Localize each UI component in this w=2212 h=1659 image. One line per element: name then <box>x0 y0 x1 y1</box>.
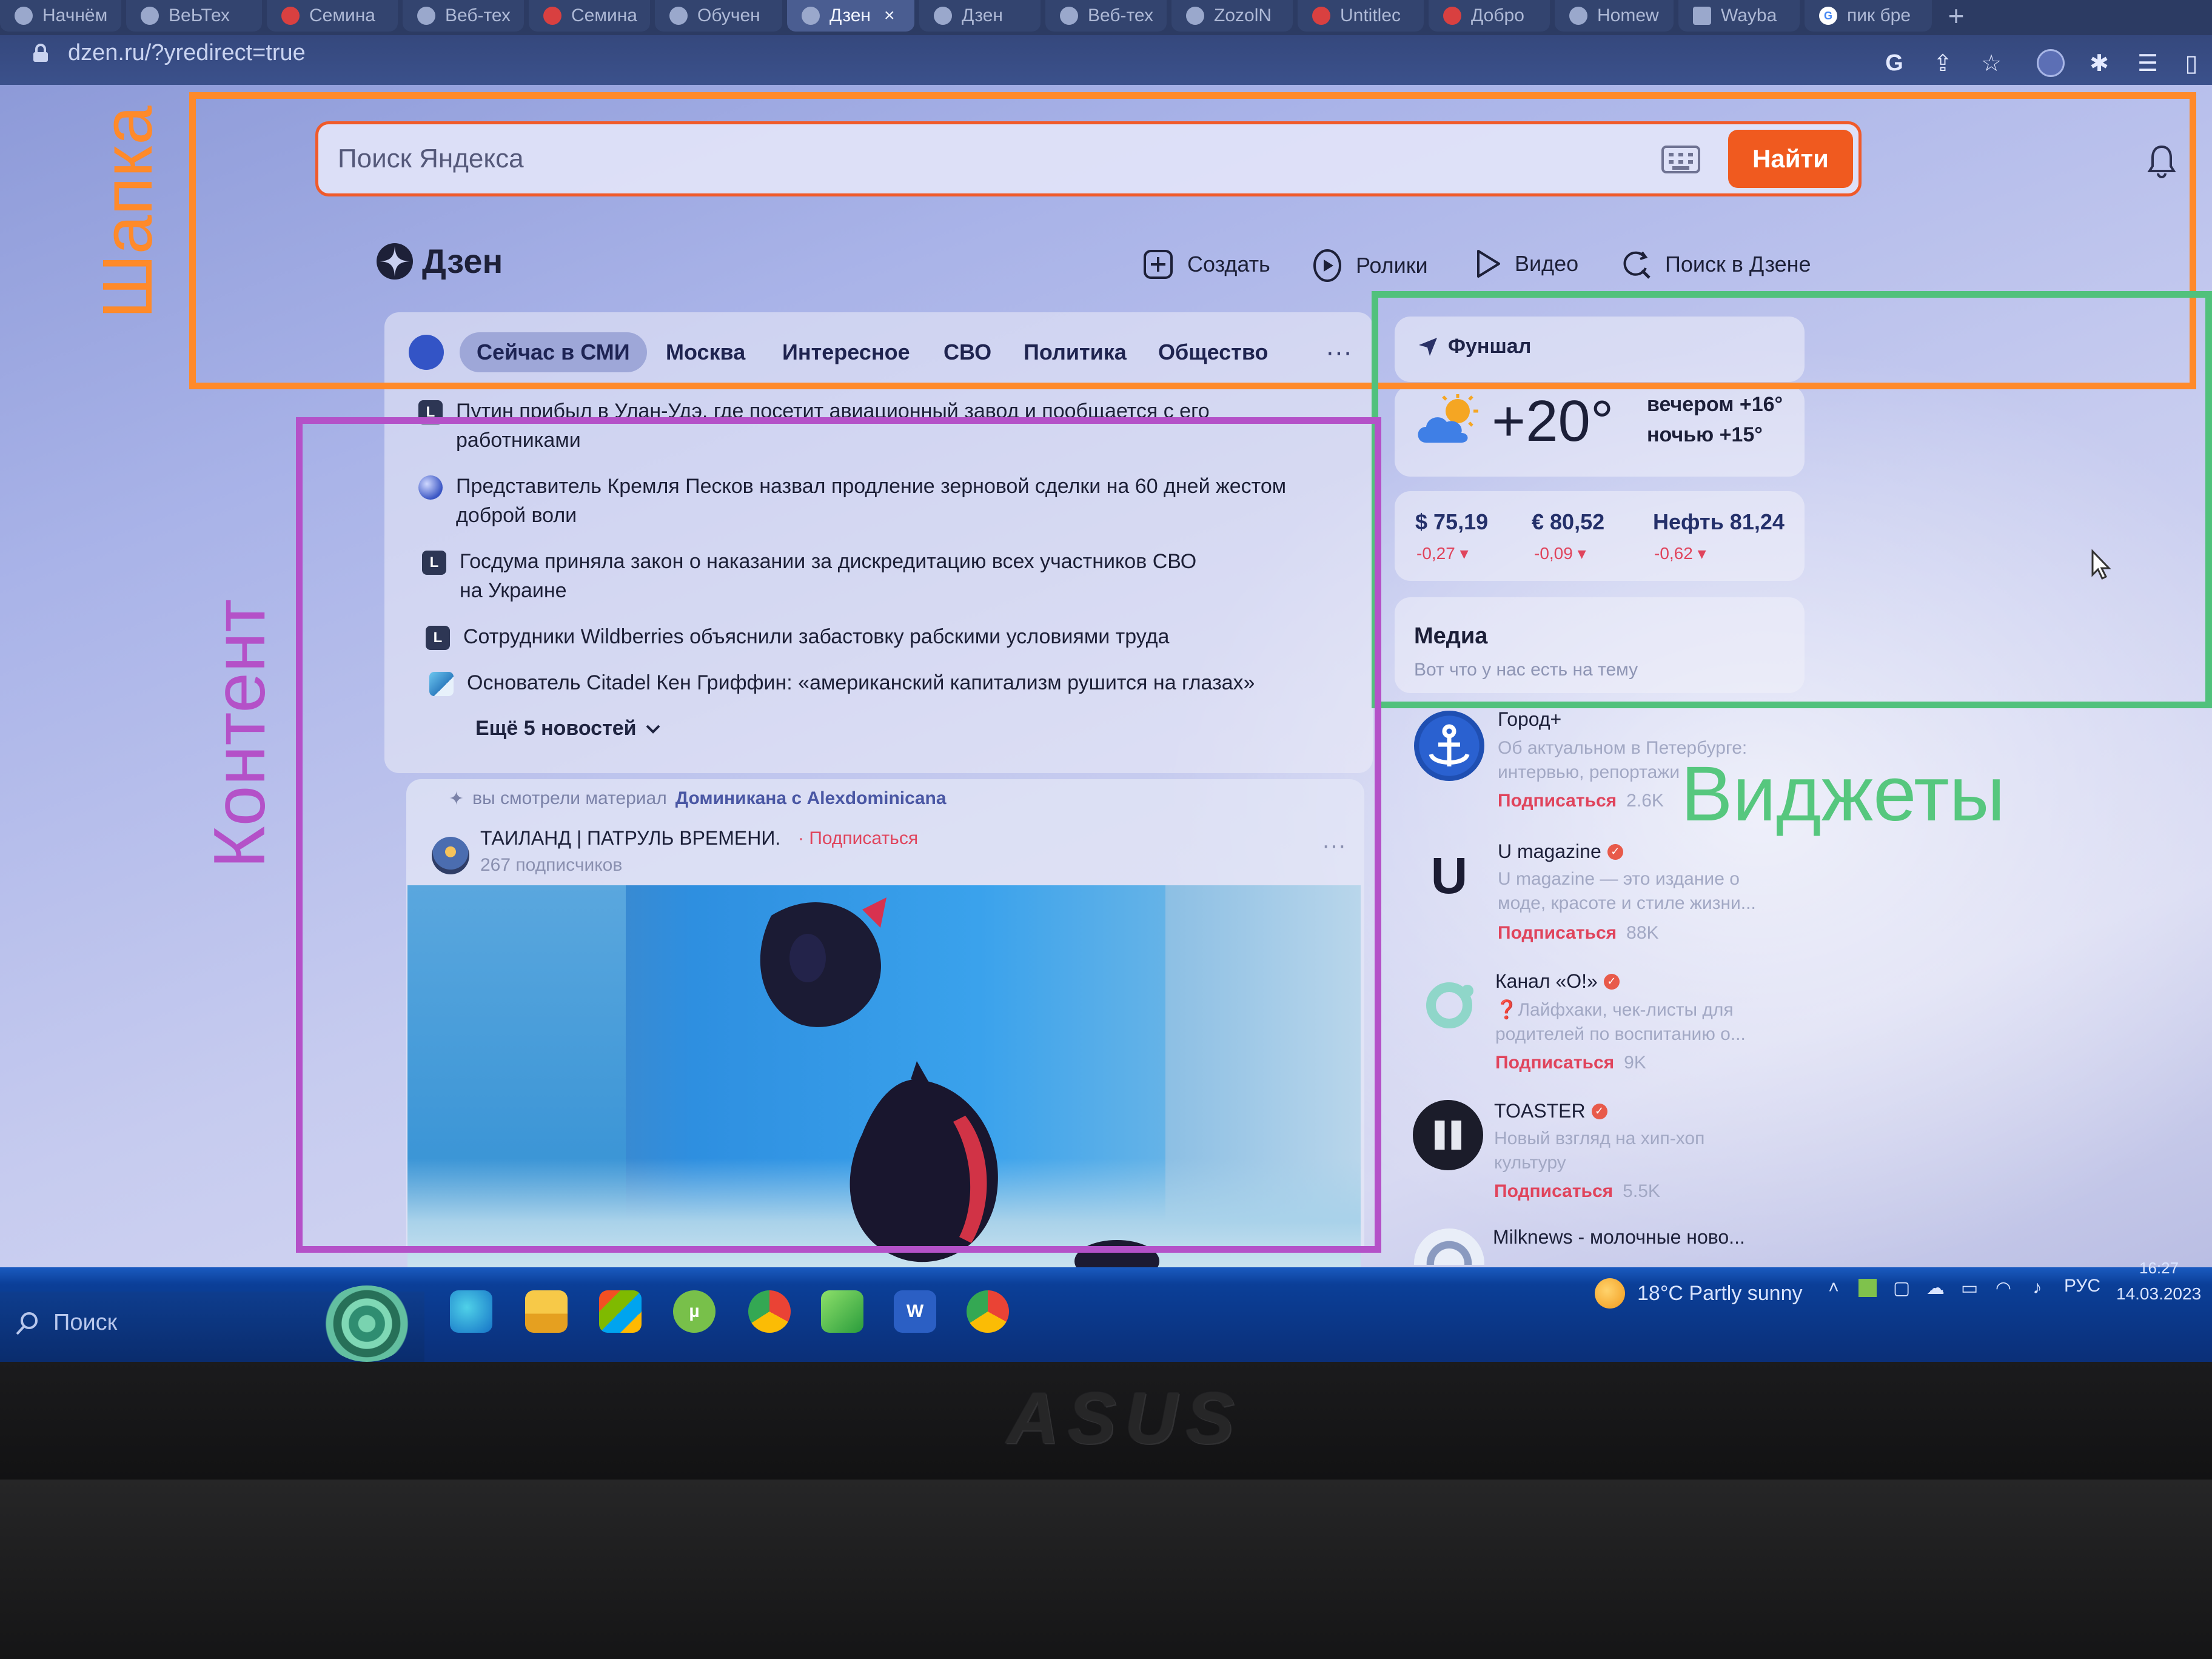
laptop-keyboard-deck <box>0 1480 2212 1659</box>
browser-tab-active[interactable]: Дзен × <box>787 0 914 32</box>
channel-description: ❓Лайфхаки, чек-листы для родителей по вос… <box>1495 1000 1746 1044</box>
tab-favicon-icon <box>543 7 561 25</box>
browser-tab[interactable]: ZozolN <box>1171 0 1293 32</box>
asus-logo: ASUS <box>1007 1378 1243 1459</box>
channel-name[interactable]: U magazine ✓ <box>1498 840 1623 863</box>
browser-tab[interactable]: Добро <box>1429 0 1550 32</box>
taskbar-weather[interactable]: 18°C Partly sunny <box>1595 1278 1803 1309</box>
utorrent-icon[interactable]: µ <box>673 1290 716 1333</box>
language-indicator[interactable]: РУС <box>2064 1276 2100 1296</box>
tab-favicon-icon <box>417 7 435 25</box>
browser-tab[interactable]: Wayba <box>1678 0 1800 32</box>
u-magazine-logo[interactable]: U <box>1414 840 1484 911</box>
taskbar-search-text[interactable]: Поиск <box>53 1310 117 1336</box>
annotation-header-label: Шапка <box>88 106 167 319</box>
chrome-icon[interactable] <box>748 1290 791 1333</box>
verified-icon: ✓ <box>1591 1103 1607 1119</box>
tab-favicon-icon <box>1312 7 1330 25</box>
browser-tab[interactable]: Homew <box>1555 0 1674 32</box>
tray-app-icon[interactable] <box>1855 1276 1880 1300</box>
game-icon[interactable] <box>821 1290 863 1333</box>
browser-tab-strip: Начнём ВеЬТех Семина Веб-тех Семина Обуч… <box>0 0 2212 35</box>
new-tab-button[interactable]: + <box>1940 0 1972 32</box>
channel-name[interactable]: Канал «О!» ✓ <box>1495 970 1620 993</box>
extensions-icon[interactable]: ✱ <box>2085 49 2114 78</box>
tab-favicon-icon <box>281 7 300 25</box>
store-icon[interactable] <box>599 1290 642 1333</box>
verified-icon: ✓ <box>1607 843 1623 860</box>
share-icon[interactable]: ⇪ <box>1928 49 1957 78</box>
browser-tab[interactable]: Дзен <box>919 0 1041 32</box>
channel-description: Новый взгляд на хип-хоп культуру <box>1494 1128 1705 1173</box>
channel-subscribe[interactable]: Подписаться 9K <box>1495 1053 1646 1073</box>
anchor-icon <box>1429 724 1470 766</box>
github-icon <box>1186 7 1204 25</box>
sun-icon <box>1595 1278 1625 1309</box>
reading-list-icon[interactable]: ☰ <box>2133 49 2162 78</box>
milknews-logo[interactable] <box>1414 1228 1484 1265</box>
channel-avatar[interactable] <box>1414 711 1484 781</box>
channel-name[interactable]: TOASTER ✓ <box>1494 1100 1607 1122</box>
side-panel-icon[interactable]: ▯ <box>2177 49 2206 78</box>
tab-favicon-icon <box>1060 7 1078 25</box>
browser-tab[interactable]: Веб-тех <box>403 0 524 32</box>
annotation-widgets-box <box>1372 291 2212 708</box>
tab-favicon-icon <box>15 7 33 25</box>
channel-o-logo[interactable] <box>1414 970 1484 1041</box>
browser-tab[interactable]: Gпик бре <box>1805 0 1932 32</box>
verified-icon: ✓ <box>1603 973 1620 990</box>
url-text[interactable]: dzen.ru/?yredirect=true <box>68 40 306 66</box>
annotation-content-text: Контент <box>199 599 280 869</box>
channel-description: U magazine — это издание о моде, красоте … <box>1498 869 1756 913</box>
browser-tab[interactable]: Веб-тех <box>1045 0 1167 32</box>
browser-tab[interactable]: Обучен <box>655 0 782 32</box>
annotation-header-text: Шапка <box>88 106 167 319</box>
annotation-content-box <box>296 417 1381 1253</box>
onedrive-icon[interactable]: ☁ <box>1923 1276 1948 1300</box>
dzen-favicon-icon <box>802 7 820 25</box>
annotation-content-label: Контент <box>199 599 280 869</box>
github-icon <box>1569 7 1587 25</box>
edge-icon[interactable] <box>450 1290 492 1333</box>
toaster-logo[interactable] <box>1413 1100 1483 1170</box>
channel-o-icon <box>1426 982 1473 1028</box>
battery-icon[interactable]: ▭ <box>1957 1276 1982 1300</box>
browser-tab[interactable]: Untitlec <box>1298 0 1424 32</box>
file-explorer-icon[interactable] <box>525 1290 568 1333</box>
channel-name[interactable]: Milknews - молочные ново... <box>1493 1226 1745 1248</box>
pause-icon <box>1435 1121 1461 1150</box>
dzen-favicon-icon <box>934 7 952 25</box>
tab-favicon-icon <box>669 7 688 25</box>
channel-name[interactable]: Город+ <box>1498 708 1561 731</box>
clock-time[interactable]: 16:27 <box>2139 1259 2179 1278</box>
lock-icon[interactable] <box>32 44 50 63</box>
wayback-icon <box>1693 7 1711 25</box>
bookmark-star-icon[interactable]: ☆ <box>1977 49 2006 78</box>
annotation-widgets-label: Виджеты <box>1681 751 2005 837</box>
tab-close-icon[interactable]: × <box>884 5 895 26</box>
browser-tab[interactable]: Семина <box>267 0 398 32</box>
channel-subscribe[interactable]: Подписаться 88K <box>1498 923 1659 943</box>
channel-subscribe[interactable]: Подписаться 5.5K <box>1494 1181 1660 1202</box>
github-icon <box>141 7 159 25</box>
volume-icon[interactable]: ♪ <box>2025 1276 2049 1300</box>
browser-tab[interactable]: ВеЬТех <box>126 0 262 32</box>
channel-subscribe[interactable]: Подписаться 2.6K <box>1498 791 1664 811</box>
google-icon: G <box>1819 7 1837 25</box>
google-lens-icon[interactable]: G <box>1880 49 1909 78</box>
tab-favicon-icon <box>1443 7 1461 25</box>
chevron-up-icon[interactable]: ˄ <box>1822 1276 1846 1300</box>
chrome-profile-icon[interactable] <box>967 1290 1009 1333</box>
search-icon <box>16 1312 38 1335</box>
wifi-icon[interactable]: ◠ <box>1991 1276 2016 1300</box>
word-icon[interactable]: W <box>894 1290 936 1333</box>
clock-date[interactable]: 14.03.2023 <box>2116 1284 2201 1304</box>
browser-tab[interactable]: Начнём <box>0 0 121 32</box>
profile-icon[interactable] <box>2036 49 2065 78</box>
search-highlight-graphic <box>321 1285 412 1362</box>
browser-tab[interactable]: Семина <box>529 0 650 32</box>
tray-device-icon[interactable]: ▢ <box>1889 1276 1914 1300</box>
